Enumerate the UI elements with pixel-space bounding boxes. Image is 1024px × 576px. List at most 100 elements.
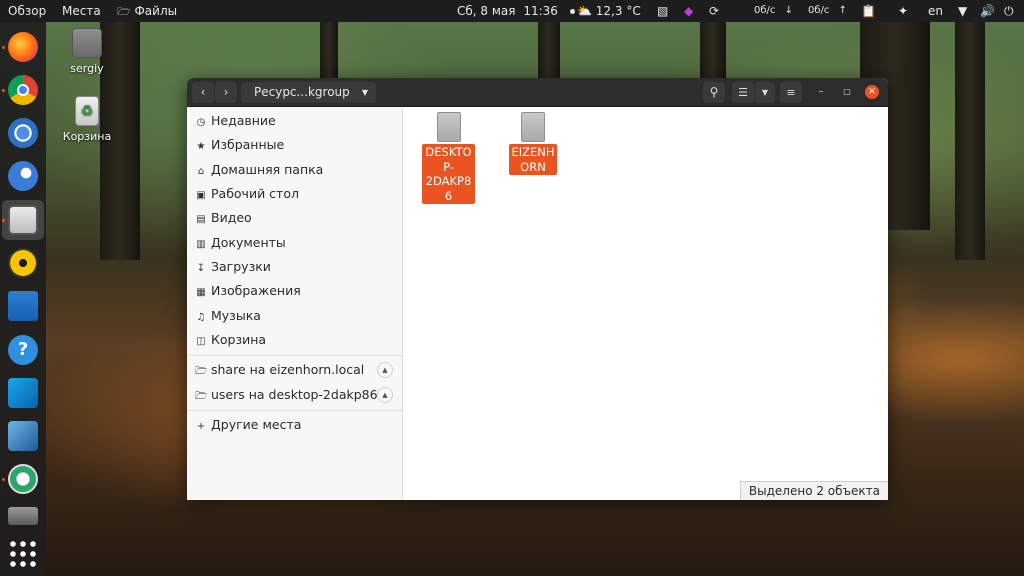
- eject-icon[interactable]: ▲: [377, 387, 393, 403]
- network-folder-icon: 🗁: [195, 366, 208, 377]
- sidebar-item-video[interactable]: ▤ Видео: [187, 207, 403, 229]
- accessibility-icon[interactable]: ✦: [898, 0, 908, 22]
- file-item-desktop-2dakp86[interactable]: DESKTO P- 2DAKP8 6: [422, 112, 475, 204]
- sidebar-item-recent[interactable]: ◷ Недавние: [187, 110, 403, 132]
- sidebar-item-label: share на eizenhorn.local: [211, 362, 365, 377]
- arrow-down-icon: ↓: [784, 5, 793, 16]
- minimize-icon[interactable]: –: [814, 85, 828, 99]
- running-marker: [2, 219, 5, 222]
- plus-icon: +: [196, 421, 206, 432]
- eject-icon[interactable]: ▲: [377, 362, 393, 378]
- sidebar-item-home[interactable]: ⌂ Домашняя папка: [187, 159, 403, 181]
- trash-icon: ◫: [196, 336, 206, 347]
- clock-icon: ◷: [196, 117, 206, 128]
- app-menu[interactable]: 🗁 Файлы: [117, 0, 177, 22]
- clock[interactable]: Сб, 8 мая 11:36: [457, 0, 575, 22]
- vscode-icon[interactable]: [8, 378, 38, 408]
- desktop-icon: ▣: [196, 190, 206, 201]
- sidebar-item-label: Рабочий стол: [211, 186, 299, 201]
- sidebar-separator: [187, 355, 403, 356]
- forward-button[interactable]: ›: [215, 82, 237, 103]
- sidebar-item-desktop[interactable]: ▣ Рабочий стол: [187, 183, 403, 205]
- recycle-bin-icon: ♻: [75, 96, 99, 126]
- places-menu[interactable]: Места: [62, 0, 101, 22]
- clipboard-icon[interactable]: 📋: [861, 0, 876, 22]
- net-down-label: 0б/с: [754, 5, 776, 16]
- remote-desktop-icon[interactable]: [8, 464, 38, 494]
- help-icon[interactable]: ?: [8, 335, 38, 365]
- temperature-label: 12,3 °C: [595, 4, 641, 18]
- screen-icon[interactable]: ▧: [657, 0, 668, 22]
- thunderbird-icon[interactable]: [8, 161, 38, 191]
- maximize-icon[interactable]: □: [840, 85, 854, 99]
- close-icon[interactable]: ✕: [865, 85, 879, 99]
- app-indicator-icon[interactable]: ◆: [684, 0, 693, 22]
- sidebar-item-label: Недавние: [211, 113, 276, 128]
- sidebar-item-label: Домашняя папка: [211, 162, 324, 177]
- wifi-icon[interactable]: ▼: [958, 0, 967, 22]
- desktop-trash-label: Корзина: [62, 130, 112, 143]
- path-bar-button[interactable]: Ресурс...kgroup ▼: [241, 82, 376, 103]
- view-list-button[interactable]: ☰: [732, 82, 754, 103]
- sidebar-item-share-eizenhorn[interactable]: 🗁 share на eizenhorn.local ▲: [187, 359, 403, 381]
- writer-icon[interactable]: [8, 291, 38, 321]
- sidebar-item-label: users на desktop-2dakp86: [211, 387, 378, 402]
- folder-icon: 🗁: [117, 5, 131, 18]
- home-folder-icon: [72, 28, 102, 58]
- desktop-trash-icon[interactable]: ♻ Корзина: [57, 96, 117, 143]
- running-marker: [2, 478, 5, 481]
- sidebar-item-pictures[interactable]: ▦ Изображения: [187, 280, 403, 302]
- chromium-icon[interactable]: [8, 118, 38, 148]
- sidebar-item-starred[interactable]: ★ Избранные: [187, 134, 403, 156]
- app-grid-icon[interactable]: [8, 539, 38, 569]
- home-icon: ⌂: [197, 166, 205, 177]
- language-indicator[interactable]: en: [928, 0, 943, 22]
- file-view[interactable]: DESKTO P- 2DAKP8 6 EIZENH ORN Выделено 2…: [404, 107, 888, 500]
- header-bar: ‹ › Ресурс...kgroup ▼ ⚲ ☰ ▼ ≡ – □ ✕: [187, 78, 888, 107]
- sidebar-item-documents[interactable]: ▥ Документы: [187, 232, 403, 254]
- sidebar-item-label: Видео: [211, 210, 252, 225]
- rhythmbox-icon[interactable]: [8, 248, 38, 278]
- sidebar: ◷ Недавние ★ Избранные ⌂ Домашняя папка ▣ Ра…: [187, 107, 403, 500]
- sidebar-item-label: Изображения: [211, 283, 301, 298]
- trash-dock-icon[interactable]: [8, 507, 38, 525]
- chevron-down-icon: ▼: [361, 88, 368, 97]
- sidebar-item-label: Избранные: [211, 137, 285, 152]
- net-up-indicator[interactable]: 0б/с ↑: [808, 0, 847, 22]
- chrome-icon[interactable]: [8, 75, 38, 105]
- back-button[interactable]: ‹: [192, 82, 214, 103]
- sync-icon[interactable]: ⟳: [709, 0, 719, 22]
- menu-button[interactable]: ≡: [780, 82, 802, 103]
- net-up-label: 0б/с: [808, 5, 830, 16]
- firefox-icon[interactable]: [8, 32, 38, 62]
- virtualbox-icon[interactable]: [8, 421, 38, 451]
- sidebar-item-music[interactable]: ♫ Музыка: [187, 305, 403, 327]
- network-folder-icon: 🗁: [195, 391, 208, 402]
- sidebar-item-label: Другие места: [211, 417, 302, 432]
- sidebar-item-trash[interactable]: ◫ Корзина: [187, 329, 403, 351]
- desktop-home-icon[interactable]: sergiy: [57, 28, 117, 75]
- date-label: Сб, 8 мая: [457, 4, 516, 18]
- dock: ?: [0, 22, 46, 576]
- file-name-label: EIZENH ORN: [509, 144, 557, 175]
- weather-icon: ⛅: [577, 4, 592, 18]
- notification-dot-icon: [569, 9, 575, 14]
- net-down-indicator[interactable]: 0б/с ↓: [754, 0, 793, 22]
- weather-indicator[interactable]: ⛅ 12,3 °C: [577, 0, 641, 22]
- top-bar: Обзор Места 🗁 Файлы Сб, 8 мая 11:36 ⛅ 12…: [0, 0, 1024, 22]
- file-name-label: DESKTO P- 2DAKP8 6: [422, 144, 475, 204]
- sidebar-item-label: Загрузки: [211, 259, 271, 274]
- files-icon[interactable]: [8, 205, 38, 235]
- path-label: Ресурс...kgroup: [254, 85, 350, 99]
- sidebar-item-other-places[interactable]: + Другие места: [187, 414, 403, 436]
- power-icon[interactable]: ⏻: [1004, 0, 1014, 22]
- activities-button[interactable]: Обзор: [8, 0, 46, 22]
- sidebar-item-downloads[interactable]: ↧ Загрузки: [187, 256, 403, 278]
- sidebar-item-label: Музыка: [211, 308, 261, 323]
- sidebar-item-users-desktop[interactable]: 🗁 users на desktop-2dakp86 ▲: [187, 384, 403, 406]
- search-button[interactable]: ⚲: [703, 82, 725, 103]
- file-item-eizenhorn[interactable]: EIZENH ORN: [509, 112, 557, 175]
- files-window: ‹ › Ресурс...kgroup ▼ ⚲ ☰ ▼ ≡ – □ ✕ ◷ Нед…: [187, 78, 888, 500]
- view-options-button[interactable]: ▼: [755, 82, 775, 103]
- volume-icon[interactable]: 🔊: [980, 0, 995, 22]
